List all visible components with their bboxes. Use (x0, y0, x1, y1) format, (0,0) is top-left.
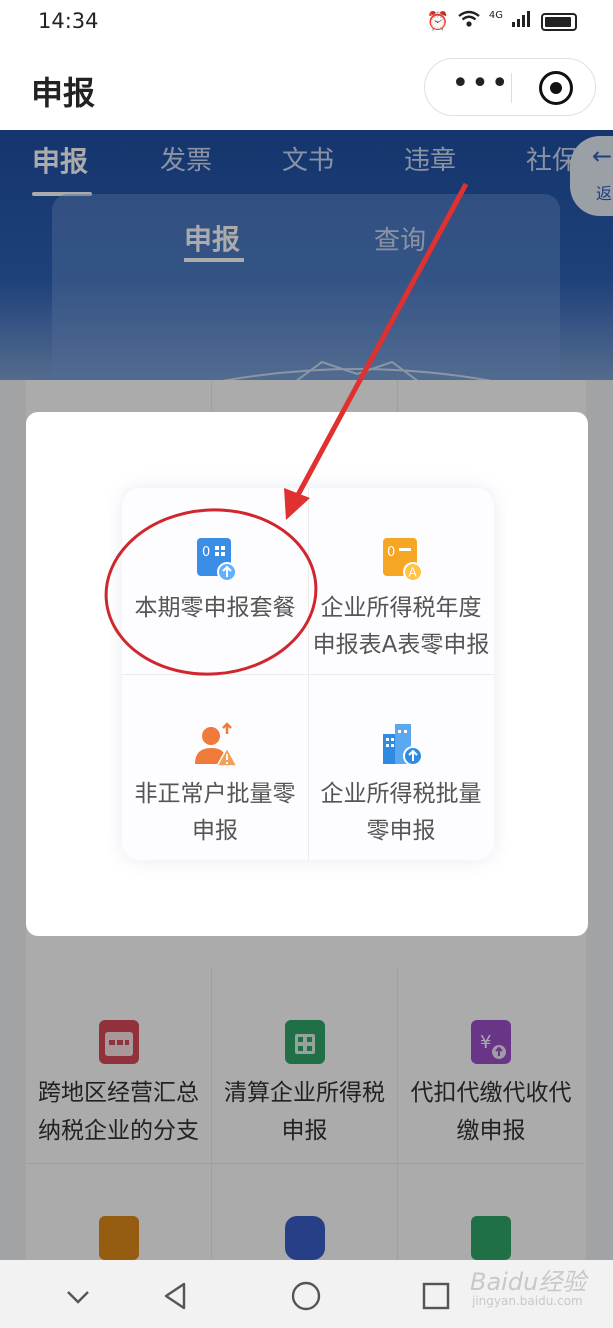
more-dots-icon[interactable]: ••• (451, 69, 511, 105)
option-label: 非正常户批量零申报 (134, 781, 296, 844)
network-label: 4G (488, 10, 503, 21)
option-abnormal-batch-zero[interactable]: 非正常户批量零申报 (122, 674, 308, 860)
svg-text:0: 0 (387, 545, 395, 560)
recents-square-icon[interactable] (418, 1278, 454, 1314)
svg-text:0: 0 (202, 545, 210, 560)
abnormal-user-icon (193, 720, 239, 768)
close-target-icon[interactable] (539, 71, 573, 105)
status-bar: 14:34 ⏰ 4G (0, 0, 613, 44)
option-label: 企业所得税年度申报表A表零申报 (312, 595, 490, 658)
option-annual-tax-a-zero[interactable]: 0 A 企业所得税年度申报表A表零申报 (308, 488, 494, 674)
watermark-brand: Baidu经验 (470, 1268, 587, 1296)
signal-icon (511, 10, 533, 33)
status-icons: ⏰ 4G (426, 10, 577, 33)
annual-tax-a-icon: 0 A (379, 534, 423, 582)
option-label: 企业所得税批量零申报 (320, 781, 482, 844)
app-header: 申报 ••• (0, 44, 613, 130)
option-label: 本期零申报套餐 (134, 595, 296, 621)
svg-text:A: A (409, 566, 418, 580)
status-time: 14:34 (38, 9, 99, 33)
miniprogram-capsule: ••• (424, 58, 596, 116)
option-current-period-zero[interactable]: 0 本期零申报套餐 (122, 488, 308, 674)
back-triangle-icon[interactable] (158, 1278, 194, 1314)
battery-icon (541, 12, 577, 31)
zero-declaration-icon: 0 (193, 534, 237, 582)
page-title: 申报 (31, 74, 96, 112)
grid-divider (122, 674, 494, 675)
home-circle-icon[interactable] (288, 1278, 324, 1314)
capsule-divider (511, 73, 512, 103)
zero-declaration-modal: 0 本期零申报套餐 0 A 企业所得税年度申报表A表零申报 非正常户批量零申报 … (26, 412, 588, 936)
alarm-icon: ⏰ (426, 11, 449, 32)
batch-enterprise-icon (379, 720, 423, 768)
watermark-url: jingyan.baidu.com (472, 1294, 583, 1308)
modal-options-grid: 0 本期零申报套餐 0 A 企业所得税年度申报表A表零申报 非正常户批量零申报 … (122, 488, 494, 860)
wifi-icon (457, 10, 481, 33)
chevron-down-icon[interactable] (60, 1278, 96, 1314)
option-enterprise-batch-zero[interactable]: 企业所得税批量零申报 (308, 674, 494, 860)
